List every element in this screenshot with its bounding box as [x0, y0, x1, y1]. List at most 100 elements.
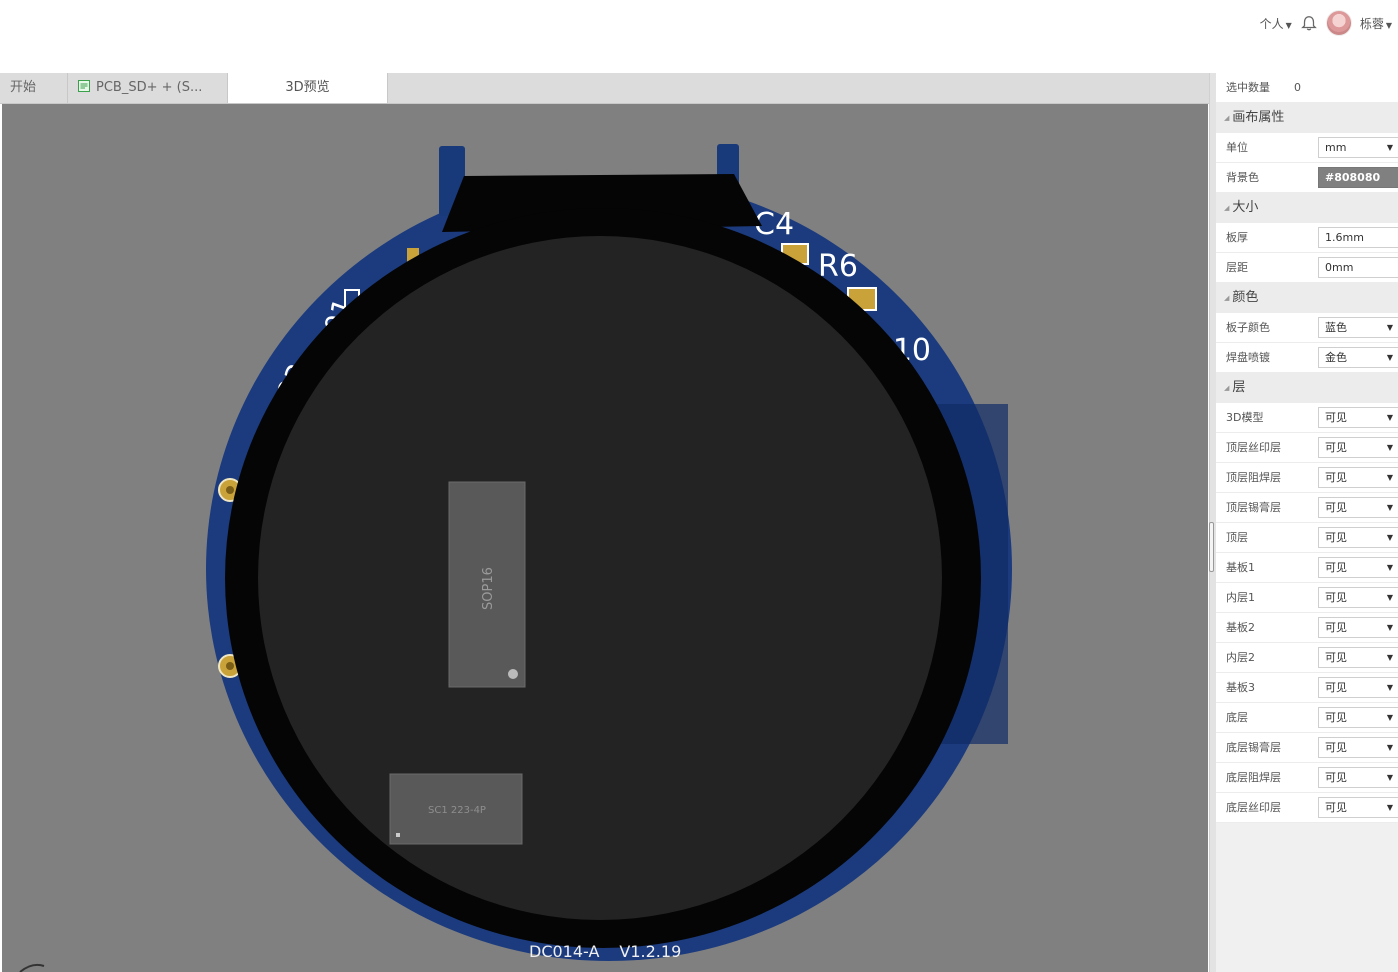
- section-layers-label: 层: [1232, 380, 1246, 395]
- pcb-document-icon: [78, 80, 90, 92]
- layer-visibility-select[interactable]: 可见 ▼: [1318, 767, 1398, 788]
- pad-finish-row: 焊盘喷镀 金色 ▼: [1216, 343, 1398, 373]
- layer-visibility-select[interactable]: 可见 ▼: [1318, 437, 1398, 458]
- layer-gap-label: 层距: [1226, 261, 1248, 274]
- dropdown-arrow-icon: ▼: [1386, 743, 1393, 752]
- layer-list: 3D模型 可见 ▼ 顶层丝印层 可见 ▼ 顶层阻焊层 可见 ▼ 顶层锡膏层 可见 ▼ 顶层 可见 ▼ 基板1 可…: [1216, 403, 1398, 823]
- section-size-label: 大小: [1232, 200, 1259, 215]
- background-color-row: 背景色 #808080: [1216, 163, 1398, 193]
- section-canvas-label: 画布属性: [1232, 110, 1285, 125]
- layer-label: 内层1: [1226, 591, 1255, 604]
- layer-row: 底层锡膏层 可见 ▼: [1216, 733, 1398, 763]
- dropdown-arrow-icon: ▼: [1386, 803, 1393, 812]
- dropdown-arrow-icon: ▼: [1386, 473, 1393, 482]
- layer-row: 顶层丝印层 可见 ▼: [1216, 433, 1398, 463]
- avatar[interactable]: [1325, 10, 1352, 36]
- 3d-viewport[interactable]: C4 R6 R10 01 03 SOP16 SC1 223-4P DC014-A…: [2, 104, 1208, 972]
- layer-row: 顶层 可见 ▼: [1216, 523, 1398, 553]
- background-color-value: #808080: [1325, 171, 1381, 184]
- dropdown-arrow-icon: ▼: [1386, 353, 1393, 362]
- layer-visibility-select[interactable]: 可见 ▼: [1318, 617, 1398, 638]
- layer-visibility-select[interactable]: 可见 ▼: [1318, 497, 1398, 518]
- dropdown-arrow-icon: ▼: [1386, 773, 1393, 782]
- layer-visibility-value: 可见: [1325, 681, 1347, 694]
- layer-label: 顶层阻焊层: [1226, 471, 1281, 484]
- layer-row: 顶层锡膏层 可见 ▼: [1216, 493, 1398, 523]
- layer-visibility-select[interactable]: 可见 ▼: [1318, 527, 1398, 548]
- layer-row: 内层2 可见 ▼: [1216, 643, 1398, 673]
- layer-visibility-select[interactable]: 可见 ▼: [1318, 647, 1398, 668]
- dropdown-arrow-icon: ▼: [1386, 593, 1393, 602]
- layer-label: 底层锡膏层: [1226, 741, 1281, 754]
- layer-row: 内层1 可见 ▼: [1216, 583, 1398, 613]
- personal-menu[interactable]: 个人 ▼: [1260, 15, 1292, 32]
- thickness-value: 1.6mm: [1325, 231, 1364, 244]
- layer-label: 底层丝印层: [1226, 801, 1281, 814]
- layer-visibility-select[interactable]: 可见 ▼: [1318, 737, 1398, 758]
- pad-hole: [226, 662, 234, 670]
- dropdown-arrow-icon: ▼: [1386, 623, 1393, 632]
- layer-visibility-value: 可见: [1325, 531, 1347, 544]
- section-size-header[interactable]: ◢ 大小: [1216, 193, 1398, 223]
- background-color-label: 背景色: [1226, 171, 1259, 184]
- thickness-input[interactable]: 1.6mm: [1318, 227, 1398, 248]
- collapse-triangle-icon: ◢: [1224, 204, 1230, 212]
- dropdown-arrow-icon: ▼: [1386, 713, 1393, 722]
- tab-start[interactable]: 开始: [0, 73, 68, 103]
- layer-visibility-select[interactable]: 可见 ▼: [1318, 587, 1398, 608]
- dropdown-arrow-icon: ▼: [1386, 503, 1393, 512]
- layer-visibility-select[interactable]: 可见 ▼: [1318, 407, 1398, 428]
- tab-3d-preview[interactable]: 3D预览: [228, 73, 388, 103]
- layer-gap-input[interactable]: 0mm: [1318, 257, 1398, 278]
- layer-visibility-select[interactable]: 可见 ▼: [1318, 707, 1398, 728]
- property-panel: 选中数量 0 ◢ 画布属性 单位 mm ▼ 背景色 #808080 ◢ 大小 板厚 1…: [1216, 73, 1398, 972]
- dropdown-arrow-icon: ▼: [1386, 323, 1393, 332]
- background-color-picker[interactable]: #808080: [1318, 167, 1398, 188]
- chevron-down-icon: ▼: [1385, 20, 1392, 30]
- section-layers-header[interactable]: ◢ 层: [1216, 373, 1398, 403]
- board-color-select[interactable]: 蓝色 ▼: [1318, 317, 1398, 338]
- collapse-triangle-icon: ◢: [1224, 114, 1230, 122]
- board-footer-label: DC014-A V1.2.19: [529, 942, 701, 961]
- pad-finish-label: 焊盘喷镀: [1226, 351, 1270, 364]
- layer-label: 底层: [1226, 711, 1248, 724]
- unit-select[interactable]: mm ▼: [1318, 137, 1398, 158]
- layer-row: 顶层阻焊层 可见 ▼: [1216, 463, 1398, 493]
- dropdown-arrow-icon: ▼: [1386, 653, 1393, 662]
- layer-row: 基板3 可见 ▼: [1216, 673, 1398, 703]
- tab-pcb[interactable]: PCB_SD+ + (S...: [68, 73, 228, 103]
- layer-visibility-value: 可见: [1325, 441, 1347, 454]
- layer-row: 基板1 可见 ▼: [1216, 553, 1398, 583]
- user-menu[interactable]: 栎蓉 ▼: [1360, 15, 1392, 32]
- dropdown-arrow-icon: ▼: [1386, 683, 1393, 692]
- unit-label: 单位: [1226, 141, 1248, 154]
- layer-label: 底层阻焊层: [1226, 771, 1281, 784]
- board-color-label: 板子颜色: [1226, 321, 1270, 334]
- section-color-header[interactable]: ◢ 颜色: [1216, 283, 1398, 313]
- layer-visibility-select[interactable]: 可见 ▼: [1318, 677, 1398, 698]
- layer-gap-row: 层距 0mm: [1216, 253, 1398, 283]
- pad-finish-select[interactable]: 金色 ▼: [1318, 347, 1398, 368]
- layer-label: 顶层: [1226, 531, 1248, 544]
- section-canvas-header[interactable]: ◢ 画布属性: [1216, 103, 1398, 133]
- board-color-row: 板子颜色 蓝色 ▼: [1216, 313, 1398, 343]
- dropdown-arrow-icon: ▼: [1386, 443, 1393, 452]
- layer-visibility-select[interactable]: 可见 ▼: [1318, 797, 1398, 818]
- chip-sc1-label: SC1 223-4P: [428, 805, 486, 816]
- layer-row: 底层丝印层 可见 ▼: [1216, 793, 1398, 823]
- selected-count-label: 选中数量: [1226, 81, 1270, 94]
- layer-label: 基板3: [1226, 681, 1255, 694]
- section-color-label: 颜色: [1232, 290, 1259, 305]
- layer-label: 顶层锡膏层: [1226, 501, 1281, 514]
- layer-visibility-value: 可见: [1325, 741, 1347, 754]
- bell-icon[interactable]: [1300, 14, 1318, 32]
- layer-visibility-select[interactable]: 可见 ▼: [1318, 557, 1398, 578]
- display-face: [258, 236, 942, 920]
- layer-row: 底层阻焊层 可见 ▼: [1216, 763, 1398, 793]
- layer-visibility-select[interactable]: 可见 ▼: [1318, 467, 1398, 488]
- splitter-handle[interactable]: [1209, 522, 1214, 572]
- layer-label: 3D模型: [1226, 411, 1264, 424]
- layer-visibility-value: 可见: [1325, 591, 1347, 604]
- collapse-triangle-icon: ◢: [1224, 384, 1230, 392]
- property-rows: 选中数量 0 ◢ 画布属性 单位 mm ▼ 背景色 #808080 ◢ 大小 板厚 1…: [1216, 73, 1398, 823]
